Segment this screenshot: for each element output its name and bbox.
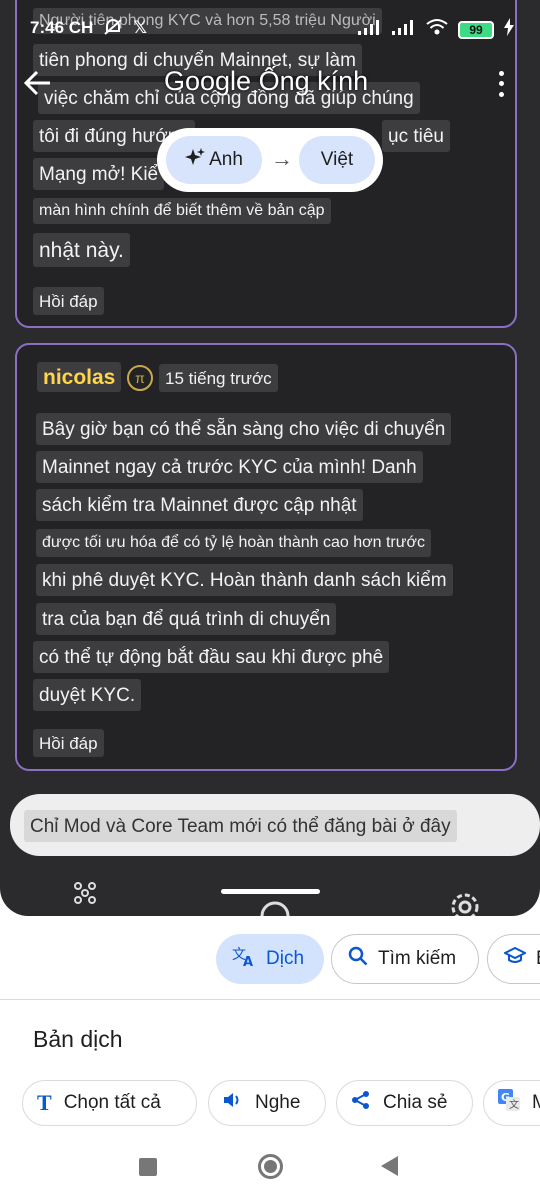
reply-button[interactable]: Hồi đáp bbox=[33, 729, 104, 757]
share-button[interactable]: Chia sẻ bbox=[336, 1080, 473, 1126]
svg-text:文: 文 bbox=[509, 1098, 519, 1111]
translated-line: ục tiêu bbox=[382, 120, 450, 152]
status-bar: 7:46 CH 𝕏 99 bbox=[0, 0, 540, 62]
compose-bar[interactable]: Chỉ Mod và Core Team mới có thể đăng bài… bbox=[10, 794, 540, 856]
source-language-button[interactable]: Anh bbox=[166, 136, 262, 184]
target-language-label: Việt bbox=[320, 149, 354, 170]
google-translate-label: M bbox=[532, 1092, 540, 1113]
google-translate-button[interactable]: G文 M bbox=[483, 1080, 540, 1126]
username-tag: nicolas bbox=[37, 362, 122, 392]
translation-section-title: Bản dịch bbox=[33, 1026, 123, 1052]
bottom-sheet-handle[interactable] bbox=[221, 889, 320, 894]
select-all-label: Chọn tất cả bbox=[63, 1092, 161, 1113]
translated-line: sách kiểm tra Mainnet được cập nhật bbox=[36, 489, 363, 521]
charging-icon bbox=[504, 18, 514, 41]
google-translate-icon: G文 bbox=[498, 1089, 520, 1117]
network-icon[interactable] bbox=[72, 880, 98, 911]
pi-app-icon[interactable] bbox=[258, 892, 292, 916]
share-icon bbox=[351, 1090, 371, 1116]
translated-line: được tối ưu hóa để có tỷ lệ hoàn thành c… bbox=[36, 529, 431, 557]
post-card: nicolas π 15 tiếng trước Bây giờ bạn có … bbox=[15, 343, 517, 771]
translate-chip-label: Dịch bbox=[266, 948, 305, 969]
graduation-cap-icon bbox=[502, 946, 528, 971]
back-arrow-icon[interactable] bbox=[23, 70, 52, 104]
translated-line: tra của bạn để quá trình di chuyển bbox=[36, 603, 337, 635]
search-icon bbox=[348, 946, 368, 972]
app-bottom-nav bbox=[0, 872, 540, 916]
lens-title: Google Ống kính bbox=[164, 66, 369, 96]
speaker-icon bbox=[223, 1091, 243, 1115]
homework-chip[interactable]: B bbox=[487, 934, 540, 984]
listen-label: Nghe bbox=[255, 1092, 301, 1113]
signal-icon-2 bbox=[392, 19, 416, 40]
reply-button[interactable]: Hồi đáp bbox=[33, 287, 104, 315]
status-time: 7:46 CH bbox=[30, 18, 94, 37]
x-app-icon: 𝕏 bbox=[133, 18, 148, 37]
language-selector: Anh → Việt bbox=[157, 128, 383, 192]
settings-icon[interactable] bbox=[448, 890, 482, 916]
lens-image-area[interactable]: Người tiên phong KYC và hơn 5,58 triệu N… bbox=[0, 0, 540, 916]
translate-icon: 文A bbox=[232, 945, 256, 973]
username: nicolas bbox=[43, 365, 116, 389]
more-options-icon[interactable] bbox=[490, 68, 512, 100]
homework-chip-label: B bbox=[536, 948, 540, 970]
sparkle-icon bbox=[185, 147, 206, 173]
translated-line: nhật này. bbox=[33, 233, 130, 267]
svg-text:A: A bbox=[243, 955, 253, 967]
compose-text: Chỉ Mod và Core Team mới có thể đăng bài… bbox=[24, 810, 457, 842]
translated-line: Bây giờ bạn có thể sẵn sàng cho việc di … bbox=[36, 413, 452, 445]
translated-line: duyệt KYC. bbox=[33, 679, 142, 711]
listen-button[interactable]: Nghe bbox=[208, 1080, 326, 1126]
mute-icon bbox=[103, 18, 123, 41]
text-icon: T bbox=[37, 1090, 52, 1115]
source-language-label: Anh bbox=[209, 149, 243, 170]
divider bbox=[0, 999, 540, 1000]
search-chip-label: Tìm kiếm bbox=[378, 948, 457, 969]
pi-badge-icon: π bbox=[127, 365, 153, 391]
translated-line: Mạng mở! Kiể bbox=[33, 158, 165, 190]
signal-icon bbox=[358, 19, 382, 40]
target-language-button[interactable]: Việt bbox=[299, 136, 375, 184]
back-icon[interactable] bbox=[381, 1156, 398, 1176]
translated-line: khi phê duyệt KYC. Hoàn thành danh sách … bbox=[36, 564, 453, 596]
share-label: Chia sẻ bbox=[383, 1092, 448, 1113]
arrow-right-icon: → bbox=[271, 146, 293, 171]
translated-line: màn hình chính để biết thêm về bản cập bbox=[33, 198, 331, 224]
wifi-icon bbox=[426, 18, 448, 41]
translated-line: Mainnet ngay cả trước KYC của mình! Danh bbox=[36, 451, 423, 483]
home-icon[interactable] bbox=[258, 1154, 283, 1179]
post-time: 15 tiếng trước bbox=[159, 364, 278, 392]
select-all-button[interactable]: T Chọn tất cả bbox=[22, 1080, 197, 1126]
recents-icon[interactable] bbox=[139, 1158, 157, 1176]
translated-line: có thể tự động bắt đầu sau khi được phê bbox=[33, 641, 390, 673]
battery-icon: 99 bbox=[458, 20, 494, 39]
translate-chip[interactable]: 文A Dịch bbox=[216, 934, 324, 984]
search-chip[interactable]: Tìm kiếm bbox=[331, 934, 479, 984]
system-nav-bar bbox=[0, 1140, 540, 1200]
